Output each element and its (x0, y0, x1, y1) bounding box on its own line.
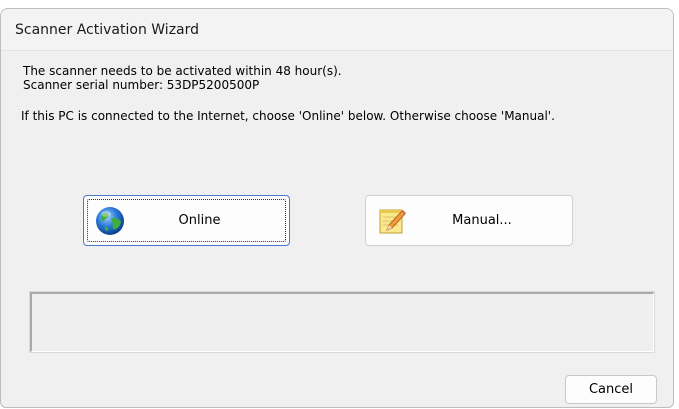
activation-deadline-text: The scanner needs to be activated within… (23, 64, 342, 78)
dialog-window: Scanner Activation Wizard The scanner ne… (0, 8, 674, 408)
online-button[interactable]: Online (83, 195, 290, 246)
manual-button-label: Manual... (452, 213, 512, 228)
instruction-text: If this PC is connected to the Internet,… (21, 109, 555, 123)
manual-button[interactable]: Manual... (365, 195, 573, 246)
serial-number-text: Scanner serial number: 53DP5200500P (23, 78, 260, 92)
title-bar[interactable]: Scanner Activation Wizard (1, 9, 673, 51)
window-title: Scanner Activation Wizard (15, 21, 200, 38)
status-box (30, 292, 654, 352)
background-strip (0, 0, 679, 8)
online-button-label: Online (178, 213, 221, 228)
cancel-button[interactable]: Cancel (565, 375, 657, 404)
